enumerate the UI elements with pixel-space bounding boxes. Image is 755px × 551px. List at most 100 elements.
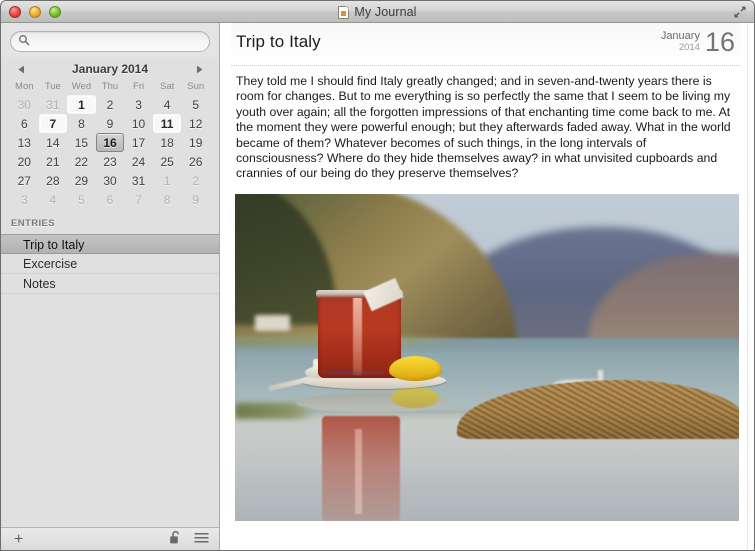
sidebar-footer: +: [1, 527, 219, 550]
app-window: My Journal January 2014 Mon Tue Wed Thu …: [0, 0, 755, 551]
calendar-day-8[interactable]: 8: [153, 190, 182, 209]
search-box[interactable]: [10, 31, 210, 52]
minimize-button[interactable]: [29, 5, 41, 18]
calendar-weekday-sun: Sun: [187, 81, 205, 92]
calendar-weekday-thu: Thu: [101, 81, 119, 92]
calendar-day-6[interactable]: 6: [96, 190, 125, 209]
calendar-day-10[interactable]: 10: [124, 114, 153, 133]
window-title: My Journal: [354, 5, 417, 19]
calendar-day-30[interactable]: 30: [96, 171, 125, 190]
calendar-day-30[interactable]: 30: [10, 95, 39, 114]
calendar-day-9[interactable]: 9: [96, 114, 125, 133]
calendar-day-24[interactable]: 24: [124, 152, 153, 171]
photo-glass-highlight: [353, 296, 362, 376]
add-entry-button[interactable]: +: [14, 532, 23, 548]
entry-date-day: 16: [704, 27, 735, 57]
calendar-day-3[interactable]: 3: [124, 95, 153, 114]
calendar-day-1[interactable]: 1: [67, 95, 96, 114]
entries-section-header: ENTRIES: [11, 218, 55, 229]
entry-date-year: 2014: [678, 41, 700, 53]
list-item[interactable]: Notes: [1, 274, 219, 294]
calendar-day-31[interactable]: 31: [39, 95, 68, 114]
calendar-day-31[interactable]: 31: [124, 171, 153, 190]
calendar-day-19[interactable]: 19: [181, 133, 210, 152]
calendar-next-month-button[interactable]: [192, 62, 206, 76]
calendar-day-1[interactable]: 1: [153, 171, 182, 190]
calendar-day-5[interactable]: 5: [67, 190, 96, 209]
calendar-month-label: January 2014: [71, 62, 149, 76]
search-icon: [18, 33, 30, 51]
page-title[interactable]: Trip to Italy: [236, 32, 321, 52]
entry-date: January 2014 16: [661, 27, 735, 57]
photo-lemon-reflection: [391, 386, 440, 409]
calendar-day-6[interactable]: 6: [10, 114, 39, 133]
photo-canvas: [235, 193, 739, 521]
calendar-day-11[interactable]: 11: [152, 114, 182, 133]
calendar-weekday-sat: Sat: [160, 81, 175, 92]
calendar-day-7[interactable]: 7: [124, 190, 153, 209]
close-button[interactable]: [9, 5, 21, 18]
calendar-day-16[interactable]: 16: [95, 133, 125, 152]
calendar-day-13[interactable]: 13: [10, 133, 39, 152]
window-body: January 2014 Mon Tue Wed Thu Fri Sat Sun 30 31 1…: [1, 23, 754, 550]
list-item[interactable]: Trip to Italy: [1, 234, 219, 254]
photo-speck: [577, 433, 580, 436]
unlocked-padlock-icon[interactable]: [169, 530, 182, 550]
calendar-day-4[interactable]: 4: [153, 95, 182, 114]
entry-header: Trip to Italy January 2014 16: [231, 23, 741, 66]
calendar-header: January 2014: [10, 59, 210, 79]
calendar-day-4[interactable]: 4: [39, 190, 68, 209]
journal-photo[interactable]: [235, 193, 739, 521]
calendar-day-15[interactable]: 15: [67, 133, 96, 152]
zoom-button[interactable]: [49, 5, 61, 18]
calendar: January 2014 Mon Tue Wed Thu Fri Sat Sun 30 31 1…: [1, 57, 219, 209]
photo-glass-label: [328, 370, 384, 375]
fullscreen-arrows-icon[interactable]: [732, 4, 748, 20]
content-right-gutter: [747, 23, 754, 550]
calendar-day-9[interactable]: 9: [181, 190, 210, 209]
calendar-day-22[interactable]: 22: [67, 152, 96, 171]
sidebar-footer-actions: [169, 530, 209, 550]
calendar-day-14[interactable]: 14: [39, 133, 68, 152]
calendar-day-7[interactable]: 7: [38, 114, 68, 133]
calendar-day-2[interactable]: 2: [181, 171, 210, 190]
entry-body-text[interactable]: They told me I should find Italy greatly…: [221, 66, 749, 182]
calendar-weekday-fri: Fri: [133, 81, 145, 92]
calendar-day-20[interactable]: 20: [10, 152, 39, 171]
title-bar: My Journal: [1, 1, 754, 23]
search-area: [1, 23, 219, 57]
calendar-day-grid: 30 31 1 2 3 4 5 6 7 8 9 10 11 12 13 14 15 16 17 18 19 20 21 22 2…: [10, 95, 210, 209]
calendar-day-25[interactable]: 25: [153, 152, 182, 171]
calendar-day-27[interactable]: 27: [10, 171, 39, 190]
calendar-weekday-tue: Tue: [44, 81, 61, 92]
calendar-weekday-row: Mon Tue Wed Thu Fri Sat Sun: [10, 79, 210, 95]
photo-house: [255, 314, 291, 332]
photo-lemon-slice: [388, 356, 442, 381]
calendar-day-8[interactable]: 8: [67, 114, 96, 133]
window-controls: [9, 5, 61, 18]
calendar-day-28[interactable]: 28: [39, 171, 68, 190]
calendar-weekday-wed: Wed: [71, 81, 92, 92]
calendar-day-17[interactable]: 17: [124, 133, 153, 152]
calendar-day-29[interactable]: 29: [67, 171, 96, 190]
entry-date-month-year: January 2014: [661, 29, 700, 53]
calendar-day-12[interactable]: 12: [181, 114, 210, 133]
calendar-day-3[interactable]: 3: [10, 190, 39, 209]
document-icon: [338, 5, 350, 19]
calendar-prev-month-button[interactable]: [14, 62, 28, 76]
entry-content-pane: Trip to Italy January 2014 16 They told …: [220, 23, 754, 550]
calendar-day-18[interactable]: 18: [153, 133, 182, 152]
sidebar: January 2014 Mon Tue Wed Thu Fri Sat Sun 30 31 1…: [1, 23, 220, 550]
hamburger-menu-icon[interactable]: [194, 531, 209, 549]
entry-content: Trip to Italy January 2014 16 They told …: [221, 23, 749, 550]
calendar-day-23[interactable]: 23: [96, 152, 125, 171]
entry-date-month: January: [660, 30, 700, 42]
calendar-day-5[interactable]: 5: [181, 95, 210, 114]
calendar-weekday-mon: Mon: [15, 81, 34, 92]
calendar-day-2[interactable]: 2: [96, 95, 125, 114]
window-title-group: My Journal: [1, 1, 754, 23]
search-input[interactable]: [35, 35, 205, 48]
list-item[interactable]: Excercise: [1, 254, 219, 274]
calendar-day-26[interactable]: 26: [181, 152, 210, 171]
calendar-day-21[interactable]: 21: [39, 152, 68, 171]
